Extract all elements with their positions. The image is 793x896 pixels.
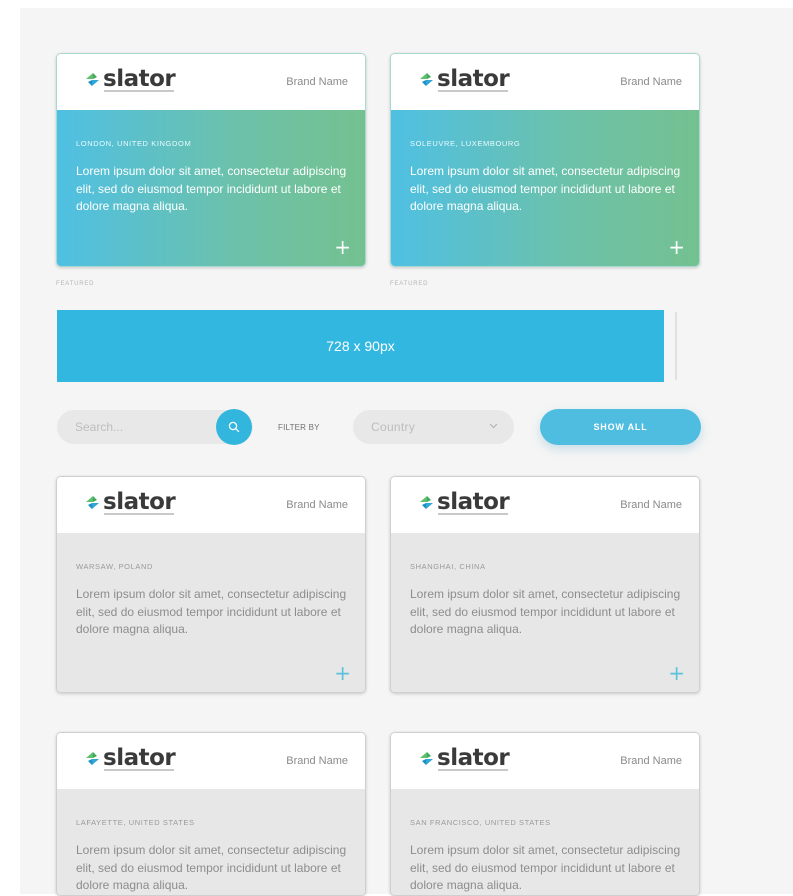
country-select-value: Country [371,420,416,434]
logo-text: slator [103,745,176,771]
featured-card[interactable]: slator Brand Name SOLEUVRE, LUXEMBOURG L… [390,53,700,267]
card-description: Lorem ipsum dolor sit amet, consectetur … [410,587,681,636]
logo-tagline [104,513,174,515]
page: slator Brand Name LONDON, UNITED KINGDOM… [0,0,793,896]
card-body: LONDON, UNITED KINGDOM Lorem ipsum dolor… [57,110,365,266]
card-body: SOLEUVRE, LUXEMBOURG Lorem ipsum dolor s… [391,110,699,266]
logo-text: slator [437,66,510,92]
card-location: SOLEUVRE, LUXEMBOURG [410,139,521,148]
search-icon [228,421,240,433]
slator-logo: slator [418,745,510,771]
featured-card[interactable]: slator Brand Name LONDON, UNITED KINGDOM… [56,53,366,267]
ad-banner[interactable]: 728 x 90px [57,310,664,382]
location-card[interactable]: slator Brand Name LAFAYETTE, UNITED STAT… [56,732,366,896]
brand-name: Brand Name [620,499,682,511]
brand-name: Brand Name [286,76,348,88]
chevron-down-icon [489,423,498,429]
brand-name: Brand Name [286,755,348,767]
card-location: LAFAYETTE, UNITED STATES [76,818,195,827]
plus-icon[interactable]: + [334,663,351,683]
card-header: slator Brand Name [391,733,699,789]
show-all-button[interactable]: SHOW ALL [540,409,701,445]
logo-tagline [438,769,508,771]
plus-icon[interactable]: + [334,237,351,257]
slator-logo-icon [420,495,433,509]
brand-name: Brand Name [620,76,682,88]
card-location: SHANGHAI, CHINA [410,562,486,571]
search-input[interactable] [75,418,215,436]
card-description: Lorem ipsum dolor sit amet, consectetur … [410,164,681,213]
brand-name: Brand Name [286,499,348,511]
card-description: Lorem ipsum dolor sit amet, consectetur … [76,587,347,636]
slator-logo-icon [420,751,433,765]
logo-tagline [438,90,508,92]
featured-label: FEATURED [56,281,95,287]
slator-logo-icon [86,751,99,765]
card-description: Lorem ipsum dolor sit amet, consectetur … [76,164,347,213]
card-location: SAN FRANCISCO, UNITED STATES [410,818,551,827]
logo-text: slator [437,489,510,515]
slator-logo-icon [420,72,433,86]
logo-tagline [438,513,508,515]
logo-text: slator [103,66,176,92]
ad-size-label: 728 x 90px [326,338,395,354]
slator-logo: slator [84,66,176,92]
featured-label: FEATURED [390,281,429,287]
card-body: WARSAW, POLAND Lorem ipsum dolor sit ame… [57,533,365,692]
slator-logo: slator [418,66,510,92]
brand-name: Brand Name [620,755,682,767]
logo-text: slator [437,745,510,771]
search-box [57,409,253,445]
card-body: LAFAYETTE, UNITED STATES Lorem ipsum dol… [57,789,365,895]
location-card[interactable]: slator Brand Name WARSAW, POLAND Lorem i… [56,476,366,693]
ad-side-marker [672,312,680,380]
slator-logo: slator [84,745,176,771]
card-header: slator Brand Name [57,477,365,533]
plus-icon[interactable]: + [668,663,685,683]
card-description: Lorem ipsum dolor sit amet, consectetur … [410,843,681,892]
card-header: slator Brand Name [391,477,699,533]
card-body: SAN FRANCISCO, UNITED STATES Lorem ipsum… [391,789,699,895]
location-card[interactable]: slator Brand Name SAN FRANCISCO, UNITED … [390,732,700,896]
slator-logo-icon [86,72,99,86]
card-description: Lorem ipsum dolor sit amet, consectetur … [76,843,347,892]
slator-logo: slator [84,489,176,515]
card-location: LONDON, UNITED KINGDOM [76,139,192,148]
plus-icon[interactable]: + [668,237,685,257]
logo-tagline [104,769,174,771]
logo-text: slator [103,489,176,515]
filter-by-label: FILTER BY [278,423,320,432]
slator-logo: slator [418,489,510,515]
logo-tagline [104,90,174,92]
card-header: slator Brand Name [57,733,365,789]
country-select[interactable]: Country [353,410,514,444]
search-button[interactable] [216,409,252,445]
card-header: slator Brand Name [57,54,365,110]
card-header: slator Brand Name [391,54,699,110]
card-body: SHANGHAI, CHINA Lorem ipsum dolor sit am… [391,533,699,692]
location-card[interactable]: slator Brand Name SHANGHAI, CHINA Lorem … [390,476,700,693]
card-location: WARSAW, POLAND [76,562,154,571]
slator-logo-icon [86,495,99,509]
